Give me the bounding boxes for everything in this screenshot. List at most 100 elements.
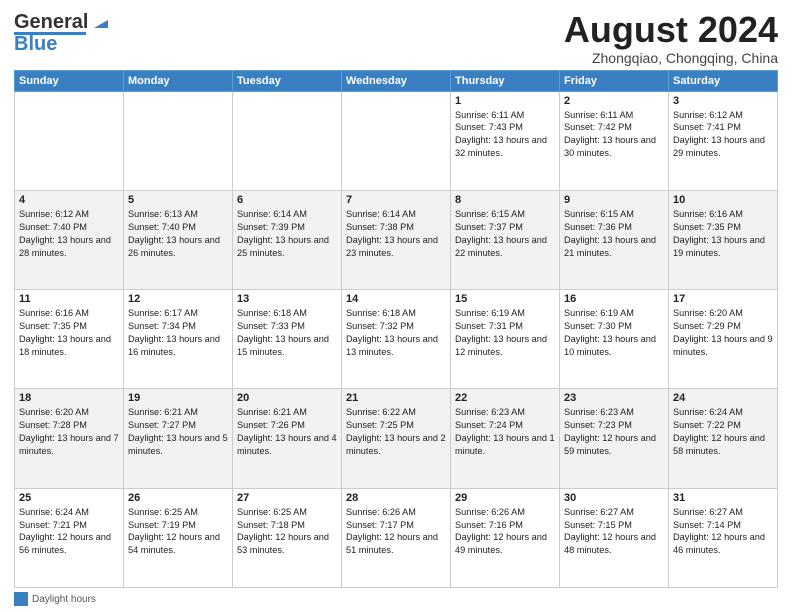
cell-3-0: 18 Sunrise: 6:20 AM Sunset: 7:28 PM Dayli… [15, 389, 124, 488]
day-number: 5 [128, 194, 228, 206]
cell-0-5: 2 Sunrise: 6:11 AM Sunset: 7:42 PM Daylig… [560, 91, 669, 190]
day-number: 16 [564, 293, 664, 305]
cell-info: Sunrise: 6:13 AM Sunset: 7:40 PM Dayligh… [128, 208, 228, 260]
cell-1-3: 7Sunrise: 6:14 AM Sunset: 7:38 PM Daylig… [342, 190, 451, 289]
legend-label: Daylight hours [32, 594, 96, 605]
cell-0-4: 1Sunrise: 6:11 AM Sunset: 7:43 PM Daylig… [451, 91, 560, 190]
cell-info: Sunrise: 6:26 AM Sunset: 7:16 PM Dayligh… [455, 506, 555, 558]
legend: Daylight hours [14, 592, 96, 606]
day-number: 6 [237, 194, 337, 206]
cell-4-0: 25 Sunrise: 6:24 AM Sunset: 7:21 PM Dayli… [15, 488, 124, 587]
cell-2-4: 15 Sunrise: 6:19 AM Sunset: 7:31 PM Dayli… [451, 290, 560, 389]
cell-info: Sunrise: 6:26 AM Sunset: 7:17 PM Dayligh… [346, 506, 446, 558]
footer: Daylight hours [14, 592, 778, 606]
col-saturday: Saturday [669, 70, 778, 91]
week-row-2: 11 Sunrise: 6:16 AM Sunset: 7:35 PM Dayli… [15, 290, 778, 389]
title-block: August 2024 Zhongqiao, Chongqing, China [564, 10, 778, 66]
cell-info: Sunrise: 6:18 AM Sunset: 7:33 PM Dayligh… [237, 307, 337, 359]
logo-general: General [14, 12, 88, 32]
cell-4-2: 27Sunrise: 6:25 AM Sunset: 7:18 PM Dayli… [233, 488, 342, 587]
cell-0-2 [233, 91, 342, 190]
day-number: 20 [237, 392, 337, 404]
day-number: 28 [346, 492, 446, 504]
day-number: 4 [19, 194, 119, 206]
col-friday: Friday [560, 70, 669, 91]
cell-info: Sunrise: 6:20 AM Sunset: 7:28 PM Dayligh… [19, 406, 119, 458]
week-row-1: 4 Sunrise: 6:12 AM Sunset: 7:40 PM Daylig… [15, 190, 778, 289]
day-number: 31 [673, 492, 773, 504]
week-row-0: 1Sunrise: 6:11 AM Sunset: 7:43 PM Daylig… [15, 91, 778, 190]
col-sunday: Sunday [15, 70, 124, 91]
day-number: 21 [346, 392, 446, 404]
day-number: 9 [564, 194, 664, 206]
logo-blue: Blue [14, 33, 57, 56]
cell-2-6: 17 Sunrise: 6:20 AM Sunset: 7:29 PM Dayli… [669, 290, 778, 389]
cell-info: Sunrise: 6:21 AM Sunset: 7:26 PM Dayligh… [237, 406, 337, 458]
main-title: August 2024 [564, 10, 778, 50]
page: General Blue August 2024 Zhongqiao, Chon… [0, 0, 792, 612]
cell-1-0: 4 Sunrise: 6:12 AM Sunset: 7:40 PM Daylig… [15, 190, 124, 289]
day-number: 15 [455, 293, 555, 305]
cell-info: Sunrise: 6:12 AM Sunset: 7:41 PM Dayligh… [673, 109, 773, 161]
cell-4-5: 30Sunrise: 6:27 AM Sunset: 7:15 PM Dayli… [560, 488, 669, 587]
cell-3-4: 22Sunrise: 6:23 AM Sunset: 7:24 PM Dayli… [451, 389, 560, 488]
cell-3-1: 19Sunrise: 6:21 AM Sunset: 7:27 PM Dayli… [124, 389, 233, 488]
cell-1-2: 6 Sunrise: 6:14 AM Sunset: 7:39 PM Daylig… [233, 190, 342, 289]
cell-2-0: 11 Sunrise: 6:16 AM Sunset: 7:35 PM Dayli… [15, 290, 124, 389]
cell-info: Sunrise: 6:11 AM Sunset: 7:42 PM Dayligh… [564, 109, 664, 161]
subtitle: Zhongqiao, Chongqing, China [564, 50, 778, 66]
cell-1-1: 5 Sunrise: 6:13 AM Sunset: 7:40 PM Daylig… [124, 190, 233, 289]
cell-3-3: 21 Sunrise: 6:22 AM Sunset: 7:25 PM Dayli… [342, 389, 451, 488]
cell-info: Sunrise: 6:22 AM Sunset: 7:25 PM Dayligh… [346, 406, 446, 458]
day-number: 8 [455, 194, 555, 206]
cell-info: Sunrise: 6:16 AM Sunset: 7:35 PM Dayligh… [673, 208, 773, 260]
cell-info: Sunrise: 6:15 AM Sunset: 7:36 PM Dayligh… [564, 208, 664, 260]
day-number: 25 [19, 492, 119, 504]
day-number: 2 [564, 95, 664, 107]
cell-1-5: 9 Sunrise: 6:15 AM Sunset: 7:36 PM Daylig… [560, 190, 669, 289]
cell-info: Sunrise: 6:18 AM Sunset: 7:32 PM Dayligh… [346, 307, 446, 359]
day-number: 12 [128, 293, 228, 305]
day-number: 11 [19, 293, 119, 305]
cell-info: Sunrise: 6:25 AM Sunset: 7:18 PM Dayligh… [237, 506, 337, 558]
day-number: 17 [673, 293, 773, 305]
cell-info: Sunrise: 6:24 AM Sunset: 7:21 PM Dayligh… [19, 506, 119, 558]
cell-info: Sunrise: 6:27 AM Sunset: 7:14 PM Dayligh… [673, 506, 773, 558]
cell-3-2: 20 Sunrise: 6:21 AM Sunset: 7:26 PM Dayli… [233, 389, 342, 488]
cell-4-3: 28 Sunrise: 6:26 AM Sunset: 7:17 PM Dayli… [342, 488, 451, 587]
week-row-4: 25 Sunrise: 6:24 AM Sunset: 7:21 PM Dayli… [15, 488, 778, 587]
col-thursday: Thursday [451, 70, 560, 91]
cell-info: Sunrise: 6:23 AM Sunset: 7:23 PM Dayligh… [564, 406, 664, 458]
cell-info: Sunrise: 6:17 AM Sunset: 7:34 PM Dayligh… [128, 307, 228, 359]
cell-4-6: 31 Sunrise: 6:27 AM Sunset: 7:14 PM Dayli… [669, 488, 778, 587]
col-wednesday: Wednesday [342, 70, 451, 91]
day-number: 24 [673, 392, 773, 404]
cell-2-1: 12 Sunrise: 6:17 AM Sunset: 7:34 PM Dayli… [124, 290, 233, 389]
cell-info: Sunrise: 6:16 AM Sunset: 7:35 PM Dayligh… [19, 307, 119, 359]
cell-info: Sunrise: 6:11 AM Sunset: 7:43 PM Dayligh… [455, 109, 555, 161]
cell-info: Sunrise: 6:14 AM Sunset: 7:39 PM Dayligh… [237, 208, 337, 260]
day-number: 19 [128, 392, 228, 404]
cell-info: Sunrise: 6:12 AM Sunset: 7:40 PM Dayligh… [19, 208, 119, 260]
cell-0-1 [124, 91, 233, 190]
day-number: 26 [128, 492, 228, 504]
day-number: 23 [564, 392, 664, 404]
calendar-table: Sunday Monday Tuesday Wednesday Thursday… [14, 70, 778, 588]
cell-info: Sunrise: 6:19 AM Sunset: 7:31 PM Dayligh… [455, 307, 555, 359]
day-number: 22 [455, 392, 555, 404]
cell-info: Sunrise: 6:20 AM Sunset: 7:29 PM Dayligh… [673, 307, 773, 359]
cell-info: Sunrise: 6:25 AM Sunset: 7:19 PM Dayligh… [128, 506, 228, 558]
cell-1-4: 8Sunrise: 6:15 AM Sunset: 7:37 PM Daylig… [451, 190, 560, 289]
cell-0-6: 3 Sunrise: 6:12 AM Sunset: 7:41 PM Daylig… [669, 91, 778, 190]
cell-4-1: 26 Sunrise: 6:25 AM Sunset: 7:19 PM Dayli… [124, 488, 233, 587]
cell-0-0 [15, 91, 124, 190]
cell-info: Sunrise: 6:19 AM Sunset: 7:30 PM Dayligh… [564, 307, 664, 359]
day-number: 14 [346, 293, 446, 305]
cell-2-5: 16 Sunrise: 6:19 AM Sunset: 7:30 PM Dayli… [560, 290, 669, 389]
cell-3-5: 23 Sunrise: 6:23 AM Sunset: 7:23 PM Dayli… [560, 389, 669, 488]
day-number: 10 [673, 194, 773, 206]
day-number: 3 [673, 95, 773, 107]
cell-1-6: 10 Sunrise: 6:16 AM Sunset: 7:35 PM Dayli… [669, 190, 778, 289]
cell-info: Sunrise: 6:24 AM Sunset: 7:22 PM Dayligh… [673, 406, 773, 458]
day-number: 18 [19, 392, 119, 404]
